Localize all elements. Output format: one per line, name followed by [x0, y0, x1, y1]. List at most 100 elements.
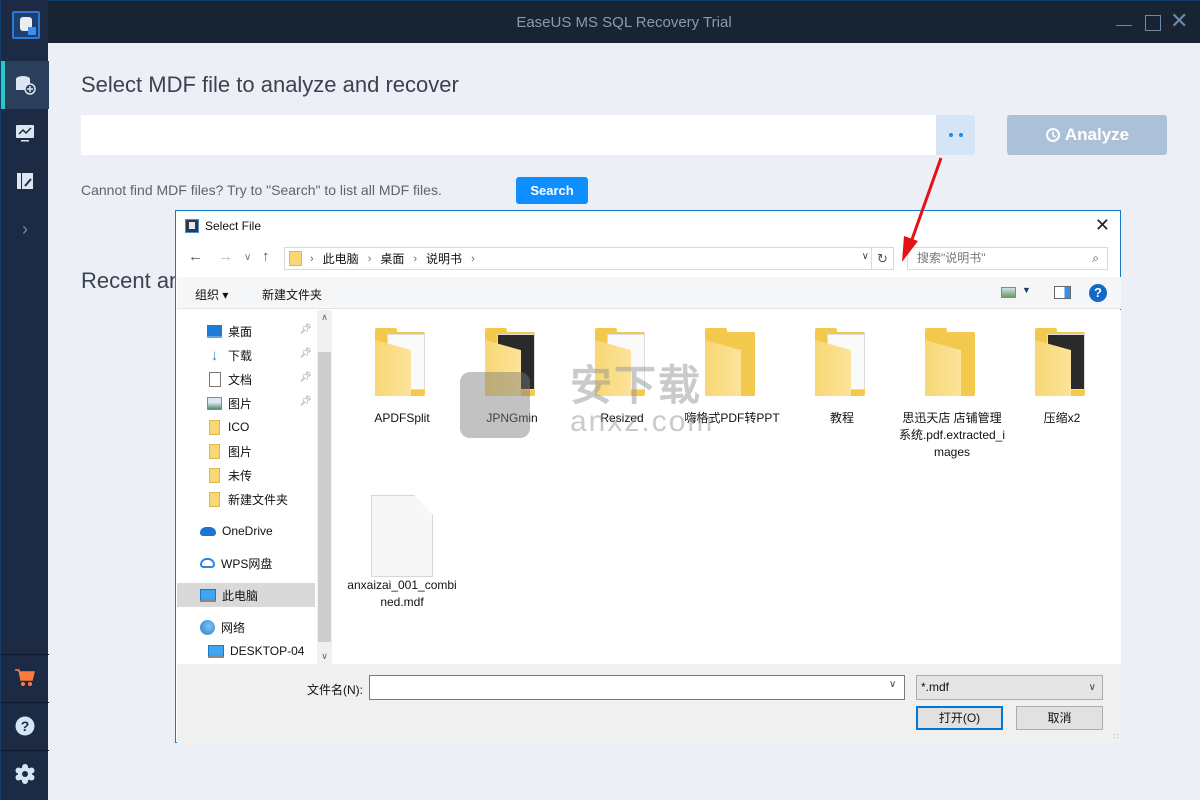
- desktop-icon: [207, 324, 222, 338]
- nav-item-onedrive[interactable]: OneDrive: [177, 519, 315, 543]
- pin-icon: 📌︎: [299, 396, 312, 407]
- wps-cloud-icon: [200, 558, 215, 568]
- sidebar-item-buy[interactable]: [1, 654, 49, 702]
- breadcrumb-separator: ›: [413, 252, 418, 265]
- file-name: Resized: [600, 411, 644, 425]
- analyze-button[interactable]: Analyze: [1007, 115, 1167, 155]
- open-button[interactable]: 打开(O): [916, 706, 1003, 730]
- file-type-select[interactable]: *.mdf ∨: [916, 675, 1103, 700]
- nav-item-wps[interactable]: WPS网盘: [177, 551, 315, 575]
- nav-label: WPS网盘: [221, 556, 273, 571]
- sidebar-item-log[interactable]: [1, 157, 49, 205]
- nav-label: 图片: [228, 396, 253, 411]
- address-dropdown-icon[interactable]: ∨: [862, 251, 869, 262]
- up-button[interactable]: ↑: [262, 248, 270, 265]
- nav-item-folder[interactable]: ICO: [177, 415, 315, 439]
- file-name: 思迅天店 店铺管理系统.pdf.extracted_images: [898, 411, 1006, 459]
- minimize-button[interactable]: [1114, 12, 1134, 32]
- nav-label: OneDrive: [222, 524, 273, 538]
- nav-item-folder[interactable]: 未传: [177, 463, 315, 487]
- resize-grip[interactable]: ∷: [1114, 732, 1119, 741]
- breadcrumb-separator: ›: [310, 252, 314, 265]
- nav-label: 新建文件夹: [228, 492, 289, 507]
- file-item[interactable]: 嗨格式PDF转PPT: [677, 324, 787, 427]
- nav-item-folder[interactable]: 图片: [177, 439, 315, 463]
- sidebar-expand-button[interactable]: ›: [1, 205, 49, 253]
- folder-icon: [921, 324, 983, 404]
- breadcrumb-item[interactable]: 说明书: [426, 250, 462, 267]
- chevron-down-icon[interactable]: ∨: [889, 679, 896, 690]
- file-name: 教程: [829, 411, 854, 425]
- page-title: Select MDF file to analyze and recover: [81, 72, 459, 97]
- help-icon[interactable]: ?: [1089, 284, 1107, 302]
- refresh-button[interactable]: ↻: [871, 248, 893, 269]
- nav-item-desktop[interactable]: 桌面 📌︎: [177, 319, 315, 343]
- new-folder-button[interactable]: 新建文件夹: [262, 286, 322, 303]
- sidebar-item-monitor[interactable]: [1, 109, 49, 157]
- nav-label: 桌面: [228, 324, 253, 339]
- preview-pane-icon[interactable]: [1054, 286, 1071, 299]
- breadcrumb-item[interactable]: 此电脑: [323, 250, 359, 267]
- nav-label: 文档: [228, 372, 253, 387]
- sidebar-item-settings[interactable]: [1, 750, 49, 798]
- dialog-app-icon: [185, 219, 199, 233]
- nav-item-folder[interactable]: 新建文件夹: [177, 487, 315, 511]
- search-placeholder: 搜索"说明书": [917, 251, 986, 265]
- sidebar-item-help[interactable]: ?: [1, 702, 49, 750]
- file-name: APDFSplit: [374, 411, 430, 425]
- recent-locations-button[interactable]: ∨: [244, 252, 251, 263]
- nav-item-this-pc[interactable]: 此电脑: [177, 583, 315, 607]
- cart-icon: [15, 669, 35, 686]
- file-item[interactable]: 思迅天店 店铺管理系统.pdf.extracted_images: [897, 324, 1007, 461]
- nav-item-downloads[interactable]: ↓ 下载 📌︎: [177, 343, 315, 367]
- nav-item-pictures[interactable]: 图片 📌︎: [177, 391, 315, 415]
- nav-item-documents[interactable]: 文档 📌︎: [177, 367, 315, 391]
- file-name: 压缩x2: [1043, 411, 1081, 425]
- file-item[interactable]: APDFSplit: [347, 324, 457, 427]
- breadcrumb-item[interactable]: 桌面: [380, 250, 404, 267]
- file-name: 嗨格式PDF转PPT: [684, 411, 780, 425]
- folder-icon: [481, 324, 543, 404]
- view-options-icon[interactable]: [1001, 287, 1016, 298]
- close-button[interactable]: ✕: [1170, 10, 1190, 32]
- nav-item-network[interactable]: 网络: [177, 615, 315, 639]
- edit-log-icon: [17, 173, 33, 189]
- file-icon: [371, 491, 433, 577]
- filename-label: 文件名(N):: [307, 683, 363, 697]
- view-dropdown-icon[interactable]: ▼: [1022, 285, 1031, 295]
- dialog-search-input[interactable]: 搜索"说明书" ⌕: [907, 247, 1108, 270]
- file-item[interactable]: JPNGmin: [457, 324, 567, 427]
- file-item[interactable]: 教程: [787, 324, 897, 427]
- scrollbar-thumb[interactable]: [318, 352, 331, 642]
- pin-icon: 📌︎: [299, 372, 312, 383]
- cancel-button[interactable]: 取消: [1016, 706, 1103, 730]
- mdf-path-input[interactable]: [81, 115, 936, 155]
- chevron-down-icon: ∨: [1088, 682, 1096, 693]
- dialog-close-button[interactable]: ✕: [1095, 215, 1110, 236]
- nav-label: 网络: [221, 620, 246, 635]
- svg-text:?: ?: [21, 718, 30, 734]
- dot-icon: [948, 133, 953, 137]
- file-item[interactable]: Resized: [567, 324, 677, 427]
- forward-button[interactable]: →: [218, 248, 233, 265]
- file-item[interactable]: anxaizai_001_combined.mdf: [347, 491, 457, 611]
- nav-scrollbar[interactable]: ∧ ∨: [317, 310, 332, 664]
- file-item[interactable]: 压缩x2: [1007, 324, 1117, 427]
- this-pc-icon: [200, 588, 216, 602]
- nav-label: DESKTOP-04: [230, 644, 305, 658]
- back-button[interactable]: ←: [188, 248, 203, 265]
- scroll-down-icon[interactable]: ∨: [317, 649, 332, 664]
- search-button[interactable]: Search: [516, 177, 588, 204]
- address-bar[interactable]: › 此电脑 › 桌面 › 说明书 › ∨ ↻: [284, 247, 894, 270]
- dot-icon: [958, 133, 963, 137]
- maximize-button[interactable]: [1145, 15, 1161, 31]
- organize-button[interactable]: 组织 ▾: [195, 286, 228, 303]
- browse-button[interactable]: [936, 115, 975, 155]
- folder-icon: [209, 467, 220, 483]
- scroll-up-icon[interactable]: ∧: [317, 310, 332, 325]
- nav-item-computer[interactable]: DESKTOP-04: [177, 639, 315, 663]
- search-icon: ⌕: [1092, 251, 1099, 265]
- folder-icon: [209, 419, 220, 435]
- filename-input[interactable]: [369, 675, 905, 700]
- sidebar-item-recover[interactable]: [1, 61, 49, 109]
